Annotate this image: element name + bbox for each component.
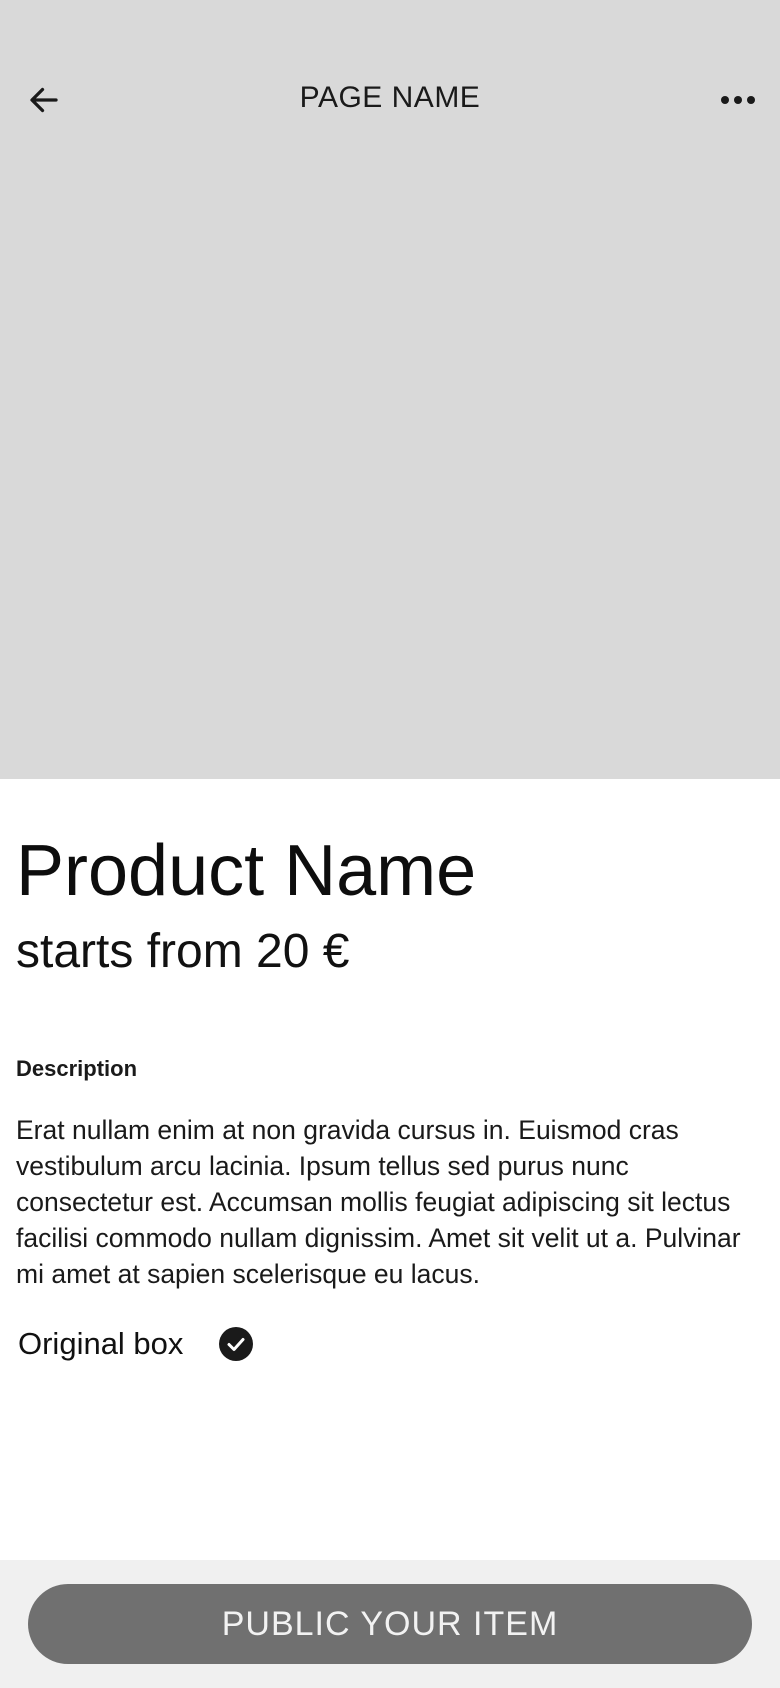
product-price: starts from 20 € — [16, 925, 350, 978]
publish-item-button[interactable]: PUBLIC YOUR ITEM — [28, 1584, 752, 1664]
description-text: Erat nullam enim at non gravida cursus i… — [16, 1115, 741, 1289]
more-options-button[interactable] — [708, 76, 768, 124]
check-circle-icon — [219, 1327, 254, 1361]
bottom-action-bar: PUBLIC YOUR ITEM — [0, 1560, 780, 1688]
product-name: Product Name — [16, 831, 477, 911]
page-title: PAGE NAME — [299, 81, 481, 114]
description-label: Description — [16, 1056, 138, 1081]
top-app-bar: PAGE NAME — [0, 48, 780, 152]
original-box-row: Original box — [18, 1324, 254, 1364]
original-box-label: Original box — [18, 1326, 184, 1361]
more-horizontal-icon — [721, 96, 755, 104]
